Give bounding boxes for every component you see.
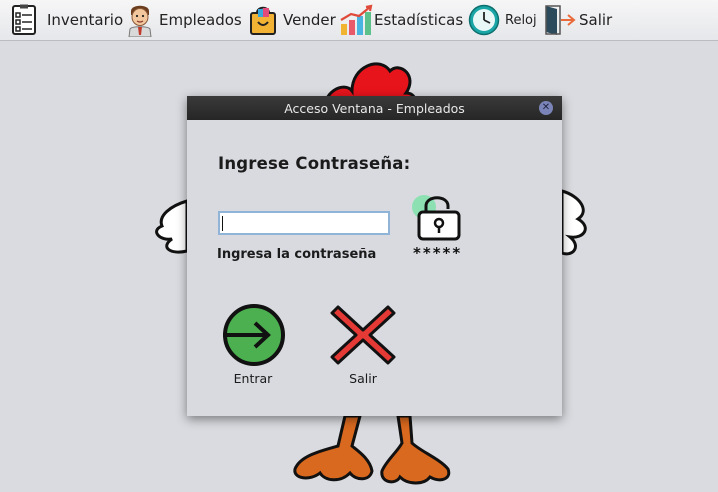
password-heading: Ingrese Contraseña: [218, 154, 411, 173]
close-icon[interactable]: ✕ [539, 101, 553, 115]
menu-item-salir[interactable]: Salir [543, 0, 612, 40]
bar-chart-icon [339, 4, 373, 36]
shopping-bag-icon [248, 4, 278, 36]
password-mask-text: ***** [413, 244, 463, 262]
text-caret [222, 216, 223, 231]
menu-item-label: Empleados [159, 11, 242, 29]
dialog-titlebar[interactable]: Acceso Ventana - Empleados [187, 96, 562, 120]
menu-item-label: Reloj [505, 12, 537, 28]
dialog-title: Acceso Ventana - Empleados [284, 100, 465, 116]
menu-item-inventario[interactable]: Inventario [10, 0, 123, 40]
top-menu-bar: Inventario Empleados Vender Estadísticas… [0, 0, 718, 41]
clock-icon [468, 4, 500, 36]
menu-item-label: Salir [579, 11, 613, 29]
menu-item-reloj[interactable]: Reloj [468, 0, 537, 40]
menu-item-label: Inventario [47, 11, 124, 29]
password-input[interactable] [218, 211, 390, 235]
employee-icon [126, 3, 154, 37]
menu-item-vender[interactable]: Vender [248, 0, 336, 40]
menu-item-label: Estadísticas [374, 11, 464, 29]
lock-icon [406, 193, 466, 243]
exit-button-label: Salir [349, 371, 377, 386]
exit-door-icon [543, 4, 577, 36]
enter-button-label: Entrar [233, 371, 273, 386]
red-x-icon [330, 305, 396, 365]
password-hint-label: Ingresa la contraseña [217, 247, 377, 262]
checklist-icon [10, 4, 38, 36]
exit-button[interactable]: Salir [330, 303, 396, 386]
menu-item-label: Vender [283, 11, 336, 29]
menu-item-estadisticas[interactable]: Estadísticas [339, 0, 463, 40]
enter-arrow-icon [223, 304, 285, 366]
menu-item-empleados[interactable]: Empleados [126, 0, 242, 40]
enter-button[interactable]: Entrar [220, 303, 286, 386]
employee-access-dialog: Acceso Ventana - Empleados ✕ Ingrese Con… [187, 96, 562, 416]
